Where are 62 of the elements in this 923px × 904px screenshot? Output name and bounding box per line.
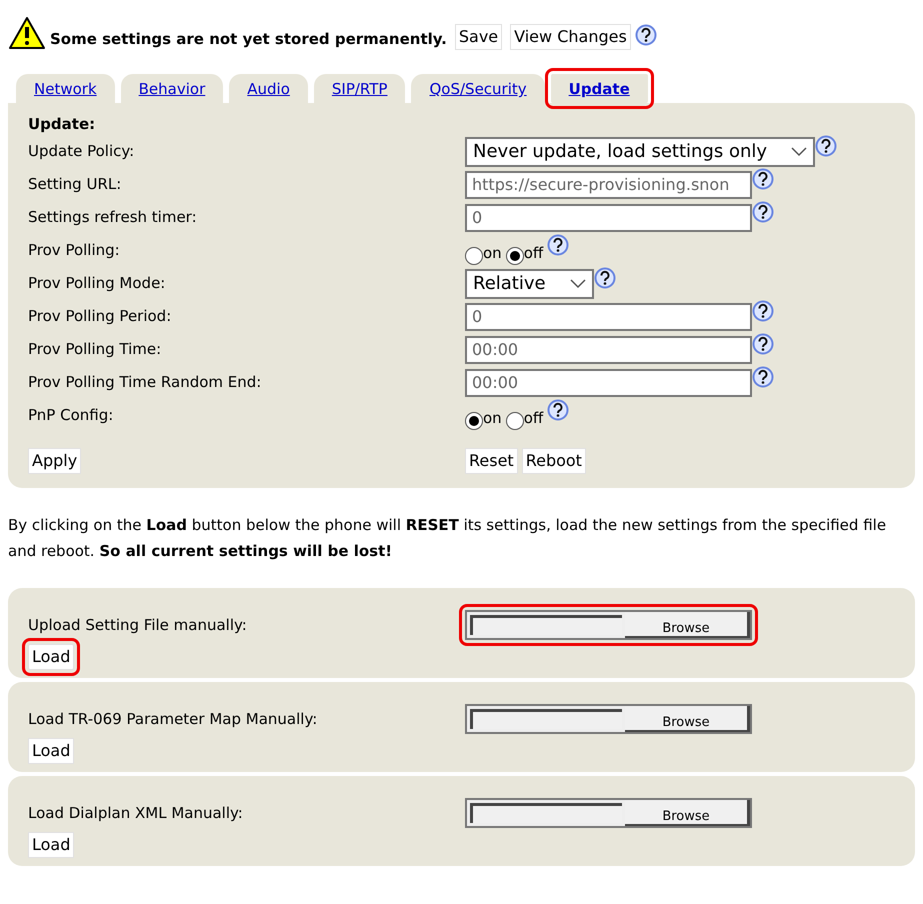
help-icon[interactable] [815, 135, 838, 157]
field-label: PnP Config: [28, 405, 114, 426]
radio-option[interactable]: on [465, 401, 502, 430]
browse-button[interactable]: Browse [625, 612, 750, 638]
help-icon[interactable] [547, 234, 570, 256]
tab[interactable]: QoS/Security [411, 74, 545, 102]
help-icon[interactable] [752, 366, 774, 388]
notice-text: Some settings are not yet stored permanently. [50, 28, 447, 50]
dropdown[interactable]: Never update, load settings only [465, 136, 816, 166]
notice-button[interactable]: View Changes [510, 24, 631, 50]
tab[interactable]: Behavior [120, 74, 224, 102]
warning-paragraph: By clicking on the Load button below the phone will RESET its settings, load the new settings from the specified file and reboot. So all current settings will be lost! [8, 515, 888, 562]
upload-label: Upload Setting File manually: [28, 614, 248, 636]
radio-option[interactable]: off [506, 401, 544, 430]
file-input[interactable]: Browse [465, 798, 752, 828]
field-label: Prov Polling Mode: [28, 273, 166, 294]
tab[interactable]: SIP/RTP [314, 74, 406, 102]
apply-button[interactable]: Apply [28, 448, 82, 474]
radio-option[interactable]: on [465, 236, 502, 265]
help-icon[interactable] [547, 399, 570, 421]
input-field[interactable]: 0 [465, 204, 752, 232]
help-icon[interactable] [752, 300, 774, 322]
help-icon[interactable] [752, 201, 774, 223]
action-button[interactable]: Reset [465, 448, 518, 474]
warning-icon [8, 16, 46, 50]
load-button[interactable]: Load [28, 832, 74, 858]
help-icon[interactable] [752, 168, 774, 190]
file-input[interactable]: Browse [465, 704, 752, 734]
field-label: Settings refresh timer: [28, 207, 198, 228]
radio-button[interactable] [465, 246, 483, 265]
notice-button[interactable]: Save [454, 24, 502, 50]
field-label: Prov Polling Time Random End: [28, 372, 262, 394]
load-button[interactable]: Load [28, 738, 74, 764]
field-label: Prov Polling Period: [28, 306, 172, 328]
input-field[interactable]: 00:00 [465, 368, 752, 396]
input-field[interactable]: 00:00 [465, 336, 752, 364]
help-icon[interactable] [752, 333, 774, 355]
radio-option[interactable]: off [506, 236, 544, 265]
action-button[interactable]: Reboot [522, 448, 586, 474]
help-icon[interactable] [594, 267, 616, 289]
tab[interactable]: Audio [229, 74, 308, 102]
browse-button[interactable]: Browse [625, 706, 750, 732]
chevron-icon [570, 278, 586, 288]
browse-button[interactable]: Browse [625, 800, 750, 826]
field-label: Setting URL: [28, 174, 122, 196]
field-label: Prov Polling: [28, 240, 121, 262]
dropdown[interactable]: Relative [465, 268, 594, 298]
upload-label: Load TR-069 Parameter Map Manually: [28, 708, 318, 730]
upload-label: Load Dialplan XML Manually: [28, 802, 244, 824]
input-field[interactable]: 0 [465, 302, 752, 330]
section-title: Update: [28, 114, 96, 134]
tab[interactable]: Network [16, 74, 115, 102]
radio-button[interactable] [465, 412, 483, 430]
chevron-icon [791, 146, 808, 156]
help-icon[interactable] [634, 24, 657, 46]
field-label: Update Policy: [28, 141, 136, 162]
radio-button[interactable] [506, 412, 524, 430]
file-input[interactable]: Browse [465, 610, 752, 640]
tab[interactable]: Update [550, 74, 648, 102]
field-label: Prov Polling Time: [28, 339, 162, 360]
radio-button[interactable] [506, 246, 524, 265]
input-field[interactable]: https://secure-provisioning.snon [465, 170, 752, 198]
